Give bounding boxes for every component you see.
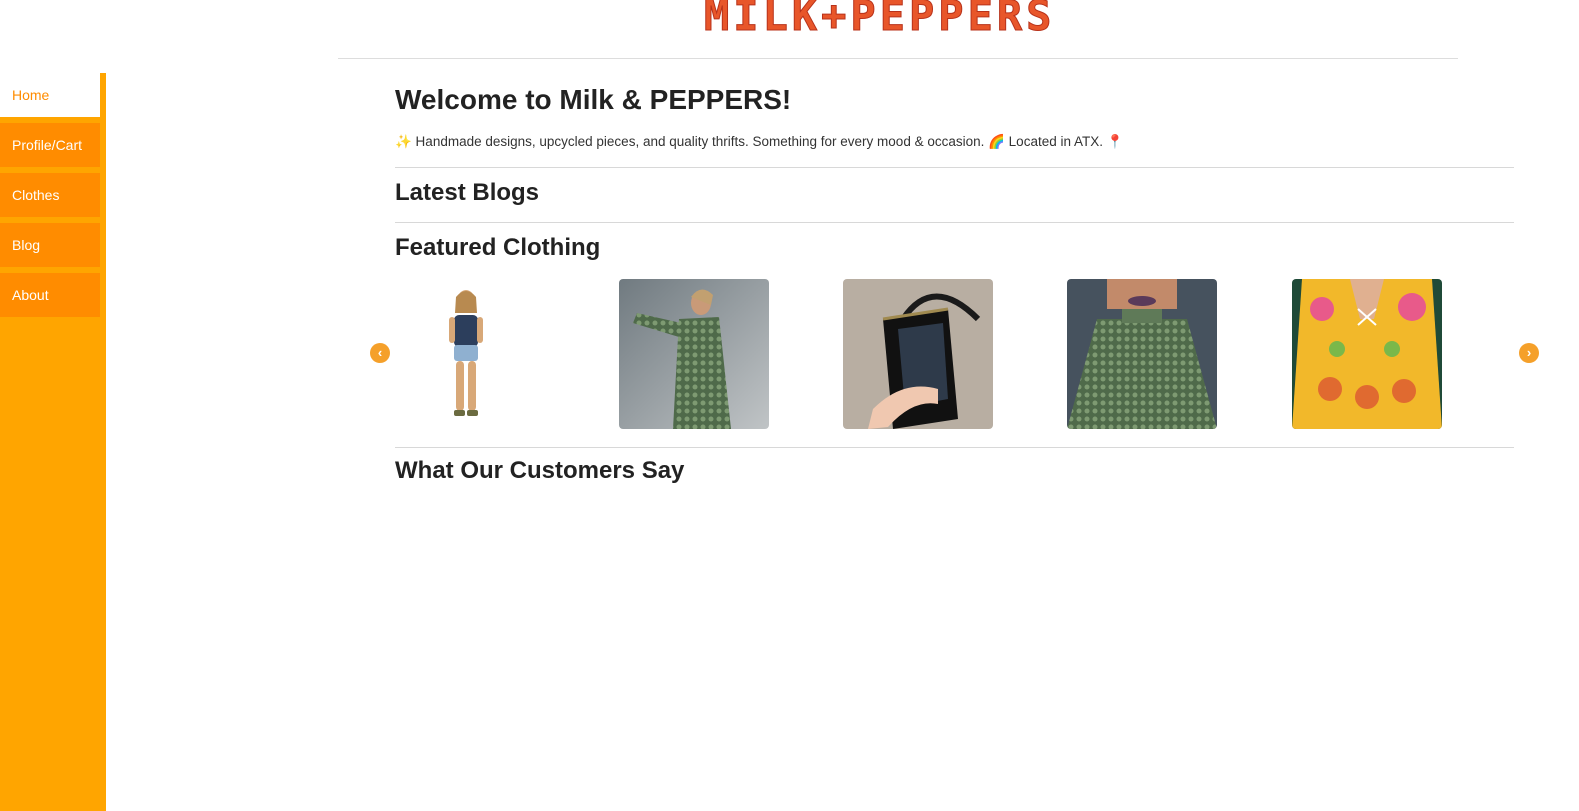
section-divider (395, 222, 1514, 223)
sidebar-item-blog[interactable]: Blog (0, 223, 100, 267)
sidebar: Home Profile/Cart Clothes Blog About (0, 73, 106, 811)
sidebar-item-profile-cart[interactable]: Profile/Cart (0, 123, 100, 167)
featured-carousel: ‹ › (366, 279, 1544, 429)
section-divider (395, 167, 1514, 168)
sidebar-item-about[interactable]: About (0, 273, 100, 317)
latest-blogs-heading: Latest Blogs (395, 179, 540, 206)
chevron-left-icon[interactable]: ‹ (370, 343, 390, 363)
carousel-item[interactable] (394, 279, 544, 429)
sidebar-item-home[interactable]: Home (0, 73, 100, 117)
yellow-floral-top-image (1292, 279, 1442, 429)
logo-text: MILK+PEPPERS (704, 0, 1055, 36)
carousel-item[interactable] (1292, 279, 1442, 429)
carousel-item[interactable] (843, 279, 993, 429)
carousel-item[interactable] (1067, 279, 1217, 429)
carousel-item[interactable] (619, 279, 769, 429)
black-handbag-image (843, 279, 993, 429)
logo-graphic: MILK+PEPPERS (704, 0, 1055, 41)
sidebar-item-clothes[interactable]: Clothes (0, 173, 100, 217)
green-cardigan-image (619, 279, 769, 429)
tagline: ✨ Handmade designs, upcycled pieces, and… (395, 134, 1124, 149)
featured-clothing-heading: Featured Clothing (395, 234, 601, 261)
testimonials-heading: What Our Customers Say (395, 457, 685, 484)
page-title: Welcome to Milk & PEPPERS! (395, 84, 792, 115)
header-divider (338, 58, 1458, 59)
section-divider (395, 447, 1514, 448)
green-blouse-image (1067, 279, 1217, 429)
site-logo[interactable]: MILK+PEPPERS (700, 0, 1100, 41)
chevron-right-icon[interactable]: › (1519, 343, 1539, 363)
woman-denim-outfit-image (394, 279, 544, 429)
